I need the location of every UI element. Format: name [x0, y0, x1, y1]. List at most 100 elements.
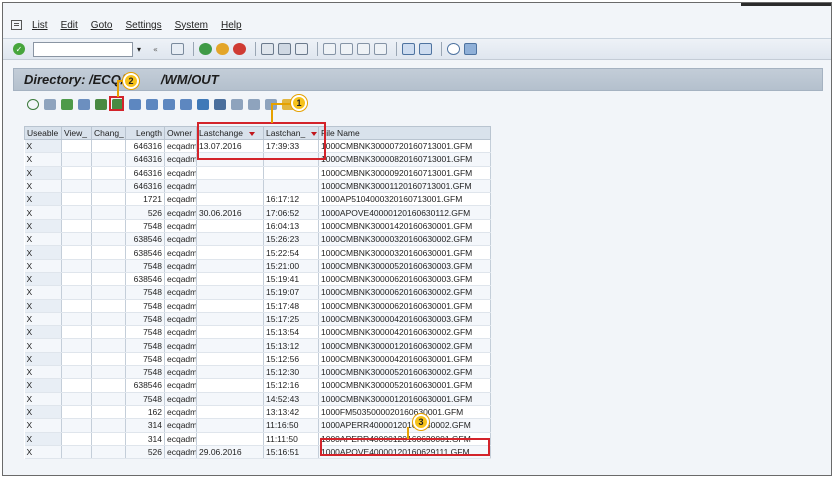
menu-edit[interactable]: Edit	[61, 20, 78, 31]
file-name-cell[interactable]: 1000CMBNK30000420160630001.GFM	[318, 352, 491, 367]
lastchange-time-cell[interactable]: 15:12:30	[263, 365, 319, 380]
column-header-length[interactable]: Length	[125, 126, 165, 140]
length-cell[interactable]: 638546	[125, 378, 165, 393]
useable-cell[interactable]: X	[24, 405, 62, 420]
length-cell[interactable]: 638546	[125, 232, 165, 247]
find-icon[interactable]	[278, 43, 291, 55]
lastchange-time-cell[interactable]: 16:04:13	[263, 219, 319, 234]
lastchange-date-cell[interactable]	[196, 418, 264, 433]
lastchange-time-cell[interactable]: 15:17:48	[263, 299, 319, 313]
file-name-cell[interactable]: 1000CMBNK30000620160630001.GFM	[318, 299, 491, 313]
useable-cell[interactable]: X	[24, 179, 62, 194]
length-cell[interactable]: 646316	[125, 179, 165, 194]
view-cell[interactable]	[61, 192, 92, 207]
lastchange-time-cell[interactable]: 15:19:07	[263, 285, 319, 300]
change-cell[interactable]	[91, 418, 126, 433]
view-cell[interactable]	[61, 166, 92, 180]
change-cell[interactable]	[91, 432, 126, 446]
table-row[interactable]: X 7548 ecqadm 15:17:25 1000CMBNK300004201606…	[24, 312, 491, 327]
lastchange-date-cell[interactable]	[196, 272, 264, 287]
file-name-cell[interactable]: 1000CMBNK30000120160630001.GFM	[318, 392, 491, 406]
sort-ascending-icon[interactable]	[95, 98, 107, 110]
lastchange-date-cell[interactable]	[196, 405, 264, 420]
owner-cell[interactable]: ecqadm	[164, 352, 197, 367]
file-name-cell[interactable]: 1000AP5104000320160713001.GFM	[318, 192, 491, 207]
table-row[interactable]: X 638546 ecqadm 15:19:41 1000CMBNK3000062016…	[24, 272, 491, 287]
lastchange-date-cell[interactable]	[196, 285, 264, 300]
view-cell[interactable]	[61, 205, 92, 220]
view-cell[interactable]	[61, 299, 92, 313]
customize-layout-icon[interactable]	[464, 43, 477, 55]
useable-cell[interactable]: X	[24, 352, 62, 367]
last-page-icon[interactable]	[374, 43, 387, 55]
export-icon[interactable]	[197, 98, 209, 110]
owner-cell[interactable]: ecqadm	[164, 192, 197, 207]
useable-cell[interactable]: X	[24, 338, 62, 353]
change-layout-icon[interactable]	[214, 98, 226, 110]
change-cell[interactable]	[91, 232, 126, 247]
useable-cell[interactable]: X	[24, 219, 62, 234]
useable-cell[interactable]: X	[24, 285, 62, 300]
select-layout-icon[interactable]	[231, 98, 243, 110]
change-cell[interactable]	[91, 205, 126, 220]
lastchange-date-cell[interactable]	[196, 365, 264, 380]
change-cell[interactable]	[91, 312, 126, 327]
file-name-cell[interactable]: 1000CMBNK30000620160630002.GFM	[318, 285, 491, 300]
length-cell[interactable]: 7548	[125, 285, 165, 300]
lastchange-time-cell[interactable]: 15:22:54	[263, 245, 319, 260]
useable-cell[interactable]: X	[24, 418, 62, 433]
length-cell[interactable]: 1721	[125, 192, 165, 207]
view-cell[interactable]	[61, 445, 92, 460]
owner-cell[interactable]: ecqadm	[164, 418, 197, 433]
lastchange-date-cell[interactable]	[196, 245, 264, 260]
sum-icon[interactable]	[146, 98, 158, 110]
file-name-cell[interactable]: 1000CMBNK30001420160630001.GFM	[318, 219, 491, 234]
collapse-icon[interactable]: «	[153, 45, 165, 54]
file-name-cell[interactable]: 1000APOVE40000120160630112.GFM	[318, 205, 491, 220]
detail-icon[interactable]	[44, 98, 56, 110]
lastchange-time-cell[interactable]	[263, 166, 319, 180]
length-cell[interactable]: 638546	[125, 272, 165, 287]
view-cell[interactable]	[61, 259, 92, 273]
file-name-cell[interactable]: 1000CMBNK30001120160713001.GFM	[318, 179, 491, 194]
change-cell[interactable]	[91, 365, 126, 380]
lastchange-date-cell[interactable]	[196, 325, 264, 340]
file-name-cell[interactable]: 1000CMBNK30000420160630002.GFM	[318, 325, 491, 340]
table-row[interactable]: X 646316 ecqadm 1000CMBNK30001120160713001.…	[24, 179, 491, 194]
owner-cell[interactable]: ecqadm	[164, 445, 197, 460]
length-cell[interactable]: 162	[125, 405, 165, 420]
lastchange-date-cell[interactable]	[196, 378, 264, 393]
lastchange-time-cell[interactable]	[263, 179, 319, 194]
column-header-file-name[interactable]: File Name	[318, 126, 491, 140]
view-cell[interactable]	[61, 232, 92, 247]
length-cell[interactable]: 7548	[125, 352, 165, 367]
length-cell[interactable]: 7548	[125, 312, 165, 327]
table-row[interactable]: X 526 ecqadm 30.06.2016 17:06:52 1000APOVE400…	[24, 205, 491, 220]
length-cell[interactable]: 526	[125, 445, 165, 460]
table-row[interactable]: X 638546 ecqadm 15:22:54 1000CMBNK3000032016…	[24, 245, 491, 260]
cancel-icon[interactable]	[233, 43, 246, 55]
next-page-icon[interactable]	[357, 43, 370, 55]
useable-cell[interactable]: X	[24, 245, 62, 260]
file-name-cell[interactable]: 1000CMBNK30000120160630002.GFM	[318, 338, 491, 353]
first-page-icon[interactable]	[323, 43, 336, 55]
choose-icon[interactable]	[78, 98, 90, 110]
view-cell[interactable]	[61, 365, 92, 380]
enter-check-icon[interactable]: ✓	[13, 43, 25, 55]
length-cell[interactable]: 7548	[125, 259, 165, 273]
column-header-view[interactable]: View_	[61, 126, 92, 140]
menu-help[interactable]: Help	[221, 20, 242, 31]
save-layout-icon[interactable]	[248, 98, 260, 110]
print-preview-icon[interactable]	[180, 98, 192, 110]
print-icon[interactable]	[261, 43, 274, 55]
table-row[interactable]: X 7548 ecqadm 15:13:12 1000CMBNK300001201606…	[24, 338, 491, 353]
lastchange-time-cell[interactable]: 15:12:56	[263, 352, 319, 367]
file-name-cell[interactable]: 1000CMBNK30000320160630002.GFM	[318, 232, 491, 247]
owner-cell[interactable]: ecqadm	[164, 299, 197, 313]
owner-cell[interactable]: ecqadm	[164, 285, 197, 300]
change-cell[interactable]	[91, 405, 126, 420]
menu-goto[interactable]: Goto	[91, 20, 113, 31]
view-cell[interactable]	[61, 378, 92, 393]
change-cell[interactable]	[91, 445, 126, 460]
useable-cell[interactable]: X	[24, 432, 62, 446]
